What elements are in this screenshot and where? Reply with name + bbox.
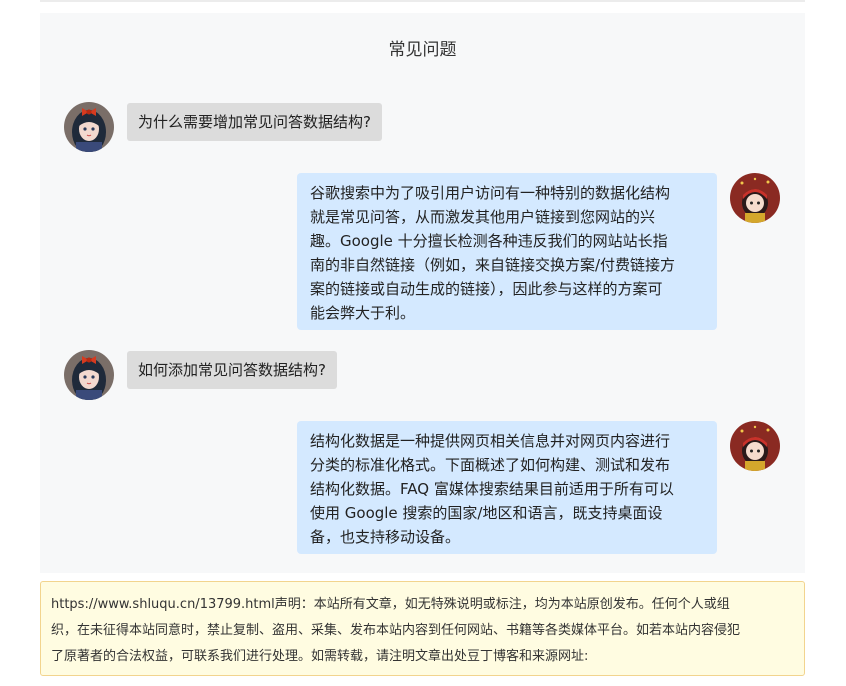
asker-avatar-icon	[64, 102, 114, 152]
answer-line: 分类的标准化格式。下面概述了如何构建、测试和发布	[310, 456, 671, 474]
faq-answer-1: 谷歌搜索中为了吸引用户访问有一种特别的数据化结构 就是常见问答，从而激发其他用户…	[297, 173, 717, 330]
answer-line: 就是常见问答，从而激发其他用户链接到您网站的兴	[310, 208, 656, 226]
faq-answer-2: 结构化数据是一种提供网页相关信息并对网页内容进行 分类的标准化格式。下面概述了如…	[297, 421, 717, 554]
answer-line: 使用 Google 搜索的国家/地区和语言，既支持桌面设	[310, 504, 663, 522]
answer-line: 结构化数据是一种提供网页相关信息并对网页内容进行	[310, 432, 671, 450]
notice-line: 了原著者的合法权益，可联系我们进行处理。如需转载，请注明文章出处豆丁博客和来源网…	[51, 649, 589, 664]
answerer-avatar-icon	[730, 421, 780, 471]
answer-line: 结构化数据。FAQ 富媒体搜索结果目前适用于所有可以	[310, 480, 674, 498]
asker-avatar-icon	[64, 350, 114, 400]
answer-line: 案的链接或自动生成的链接），因此参与这样的方案可	[310, 280, 663, 298]
faq-question-2: 如何添加常见问答数据结构?	[127, 351, 337, 389]
faq-title: 常见问题	[388, 40, 457, 60]
notice-line[interactable]: https://www.shluqu.cn/13799.html声明：本站所有文…	[51, 592, 794, 618]
answer-line: 趣。Google 十分擅长检测各种违反我们的网站站长指	[310, 232, 668, 250]
answer-line: 备，也支持移动设备。	[310, 528, 461, 546]
answer-line: 谷歌搜索中为了吸引用户访问有一种特别的数据化结构	[310, 184, 671, 202]
answer-line: 南的非自然链接（例如，来自链接交换方案/付费链接方	[310, 256, 676, 274]
top-divider	[40, 0, 805, 2]
answerer-avatar-icon	[730, 173, 780, 223]
notice-line: 织，在未征得本站同意时，禁止复制、盗用、采集、发布本站内容到任何网站、书籍等各类…	[51, 623, 741, 638]
faq-panel: 常见问题 为什么需要增加常见问答数据结构? 谷歌搜索中为了吸引用户访问有一种特别…	[40, 13, 805, 573]
copyright-notice: https://www.shluqu.cn/13799.html声明：本站所有文…	[40, 581, 805, 676]
answer-line: 能会弊大于利。	[310, 304, 416, 322]
faq-question-1: 为什么需要增加常见问答数据结构?	[127, 103, 382, 141]
